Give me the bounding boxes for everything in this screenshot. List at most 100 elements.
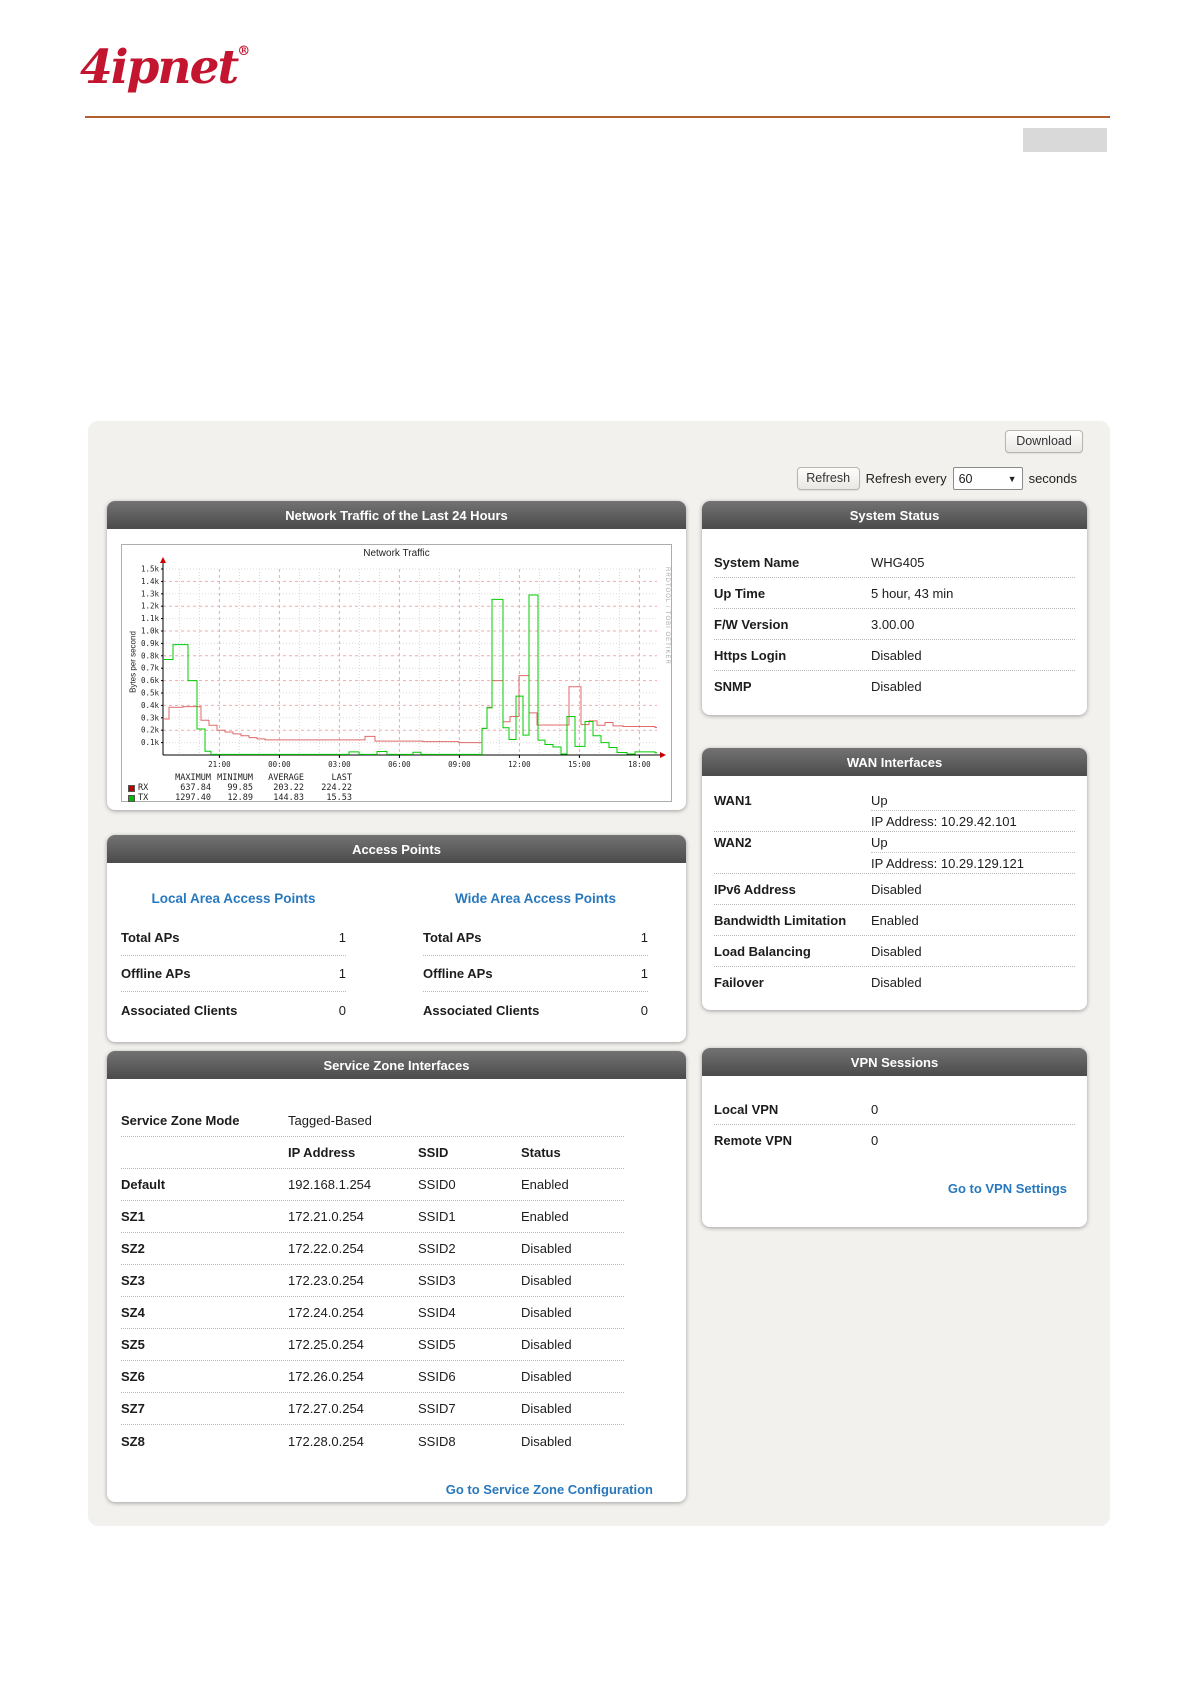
- network-traffic-chart: 21:00 00:00 03:00 06:00 09:00 12:00 15:00 18:00…: [121, 544, 672, 803]
- chart-legend-series-label: TX: [138, 793, 149, 803]
- service-zone-ip: 192.168.1.254: [288, 1177, 372, 1192]
- access-points-row-label: Total APs: [423, 930, 482, 945]
- chart-legend-stat-value: 12.89: [227, 793, 253, 803]
- svg-text:0.7k: 0.7k: [141, 664, 160, 673]
- service-zone-ip: 172.24.0.254: [288, 1305, 364, 1320]
- chart-legend-series-name: TX: [128, 793, 156, 803]
- svg-text:12:00: 12:00: [508, 760, 531, 769]
- access-points-panel-title: Access Points: [107, 835, 686, 863]
- service-zone-ssid: SSID7: [418, 1401, 456, 1416]
- svg-text:0.9k: 0.9k: [141, 639, 160, 648]
- page: { "brand": { "logo_text": "4ipnet", "reg…: [0, 0, 1191, 1684]
- svg-text:0.1k: 0.1k: [141, 738, 160, 747]
- svg-text:0.6k: 0.6k: [141, 676, 160, 685]
- wan-interfaces-panel: WAN Interfaces WAN1 Up IP Address: 10.29.4…: [702, 748, 1087, 1010]
- vpn-link-row: Go to VPN Settings: [702, 1156, 1087, 1198]
- system-status-label: Up Time: [714, 585, 766, 601]
- access-points-row-value: 1: [338, 930, 346, 945]
- access-points-row: Offline APs 1: [423, 956, 648, 992]
- svg-text:21:00: 21:00: [208, 760, 231, 769]
- system-status-row: F/W Version 3.00.00: [714, 609, 1075, 640]
- refresh-interval-select[interactable]: 60 ▼: [952, 467, 1023, 490]
- wan-row: Failover Disabled: [714, 967, 1075, 998]
- service-zone-name: SZ2: [121, 1241, 145, 1256]
- service-zone-status: Enabled: [521, 1177, 569, 1192]
- wan-value: Disabled: [871, 975, 922, 990]
- go-to-vpn-settings-link[interactable]: Go to VPN Settings: [948, 1181, 1067, 1196]
- traffic-plot: 21:00 00:00 03:00 06:00 09:00 12:00 15:00 18:00…: [141, 557, 666, 769]
- system-status-panel: System Status System Name WHG405 Up Time 5 …: [702, 501, 1087, 715]
- service-zone-ssid: SSID6: [418, 1369, 456, 1384]
- svg-text:1.2k: 1.2k: [141, 602, 160, 611]
- access-points-group: Local Area Access Points Total APs 1 Offlin…: [121, 891, 346, 1028]
- wan-ip-value: IP Address: 10.29.129.121: [871, 855, 1024, 871]
- wan-row: Load Balancing Disabled: [714, 936, 1075, 967]
- system-status-value: Disabled: [871, 647, 922, 663]
- service-zone-ip: 172.23.0.254: [288, 1273, 364, 1288]
- service-zone-ssid: SSID4: [418, 1305, 456, 1320]
- service-zone-ip: 172.26.0.254: [288, 1369, 364, 1384]
- system-status-value: 5 hour, 43 min: [871, 585, 954, 601]
- service-zone-status: Disabled: [521, 1241, 572, 1256]
- wan-interfaces-panel-title: WAN Interfaces: [702, 748, 1087, 776]
- refresh-button[interactable]: Refresh: [796, 467, 860, 490]
- svg-text:1.0k: 1.0k: [141, 627, 160, 636]
- vpn-sessions-rows: Local VPN 0 Remote VPN 0: [702, 1076, 1087, 1156]
- go-to-service-zone-configuration-link[interactable]: Go to Service Zone Configuration: [446, 1482, 653, 1497]
- access-points-row-label: Associated Clients: [121, 1002, 238, 1018]
- service-zone-row: SZ2 172.22.0.254 SSID2 Disabled: [121, 1233, 624, 1265]
- service-zone-status: Disabled: [521, 1305, 572, 1320]
- vpn-value: 0: [871, 1133, 879, 1148]
- chart-legend-stat-value: 637.84: [180, 783, 211, 793]
- header-button-placeholder[interactable]: [1023, 128, 1107, 152]
- left-column: Network Traffic of the Last 24 Hours 21:…: [107, 501, 686, 1502]
- access-points-panel: Access Points Local Area Access Points To…: [107, 835, 686, 1042]
- download-button[interactable]: Download: [1005, 430, 1083, 453]
- service-zone-row: SZ4 172.24.0.254 SSID4 Disabled: [121, 1297, 624, 1329]
- svg-text:0.3k: 0.3k: [141, 713, 160, 722]
- wan-interfaces-rows: WAN1 Up IP Address: 10.29.42.101 WAN2 Up IP A…: [702, 776, 1087, 998]
- service-zone-status: Disabled: [521, 1273, 572, 1288]
- system-status-row: SNMP Disabled: [714, 671, 1075, 702]
- wan-row: WAN1 Up IP Address: 10.29.42.101: [714, 790, 1075, 832]
- system-status-label: F/W Version: [714, 616, 789, 632]
- access-points-group-heading: Wide Area Access Points: [455, 891, 616, 906]
- brand-logo: 4ipnet®: [80, 40, 251, 95]
- refresh-interval-value: 60: [958, 471, 973, 486]
- access-points-group-heading: Local Area Access Points: [151, 891, 316, 906]
- service-zone-status: Disabled: [521, 1369, 572, 1384]
- panel-columns: Network Traffic of the Last 24 Hours 21:…: [107, 501, 1087, 1502]
- wan-label: Failover: [714, 975, 764, 990]
- service-zone-ip: 172.28.0.254: [288, 1433, 364, 1449]
- access-points-row: Offline APs 1: [121, 956, 346, 992]
- service-zone-status: Enabled: [521, 1209, 569, 1224]
- rx-swatch-icon: [128, 784, 135, 792]
- svg-text:15:00: 15:00: [568, 760, 591, 769]
- svg-text:1.5k: 1.5k: [141, 565, 160, 574]
- registered-mark-icon: ®: [237, 44, 251, 59]
- vpn-value: 0: [871, 1101, 879, 1117]
- svg-text:0.2k: 0.2k: [141, 726, 160, 735]
- access-points-groups: Local Area Access Points Total APs 1 Offlin…: [107, 863, 686, 1028]
- svg-text:00:00: 00:00: [268, 760, 291, 769]
- chart-legend-column: MINIMUM: [217, 773, 253, 783]
- service-zone-ssid: SSID0: [418, 1177, 456, 1192]
- chart-legend-stat-value: 1297.40: [175, 793, 211, 803]
- svg-text:18:00: 18:00: [628, 760, 651, 769]
- service-zone-ssid: SSID1: [418, 1209, 456, 1224]
- vpn-label: Local VPN: [714, 1101, 779, 1117]
- service-zone-panel: Service Zone Interfaces Service Zone Mod…: [107, 1051, 686, 1502]
- system-status-row: System Name WHG405: [714, 547, 1075, 578]
- chart-legend-series-row: TX 1297.40 12.89 144.83 15.53: [128, 793, 352, 803]
- wan-status-line: WAN2 Up: [714, 832, 1075, 852]
- vpn-sessions-panel: VPN Sessions Local VPN 0 Remote VPN 0 Go to…: [702, 1048, 1087, 1227]
- svg-text:1.1k: 1.1k: [141, 614, 160, 623]
- access-points-row-value: 1: [338, 966, 346, 981]
- wan-value: Disabled: [871, 881, 922, 897]
- service-zone-panel-title: Service Zone Interfaces: [107, 1051, 686, 1079]
- access-points-row-label: Total APs: [121, 930, 180, 945]
- column-header-ip-address: IP Address: [288, 1145, 356, 1160]
- wan-status-value: Up: [871, 834, 888, 850]
- service-zone-status: Disabled: [521, 1401, 572, 1416]
- seconds-label: seconds: [1028, 471, 1077, 486]
